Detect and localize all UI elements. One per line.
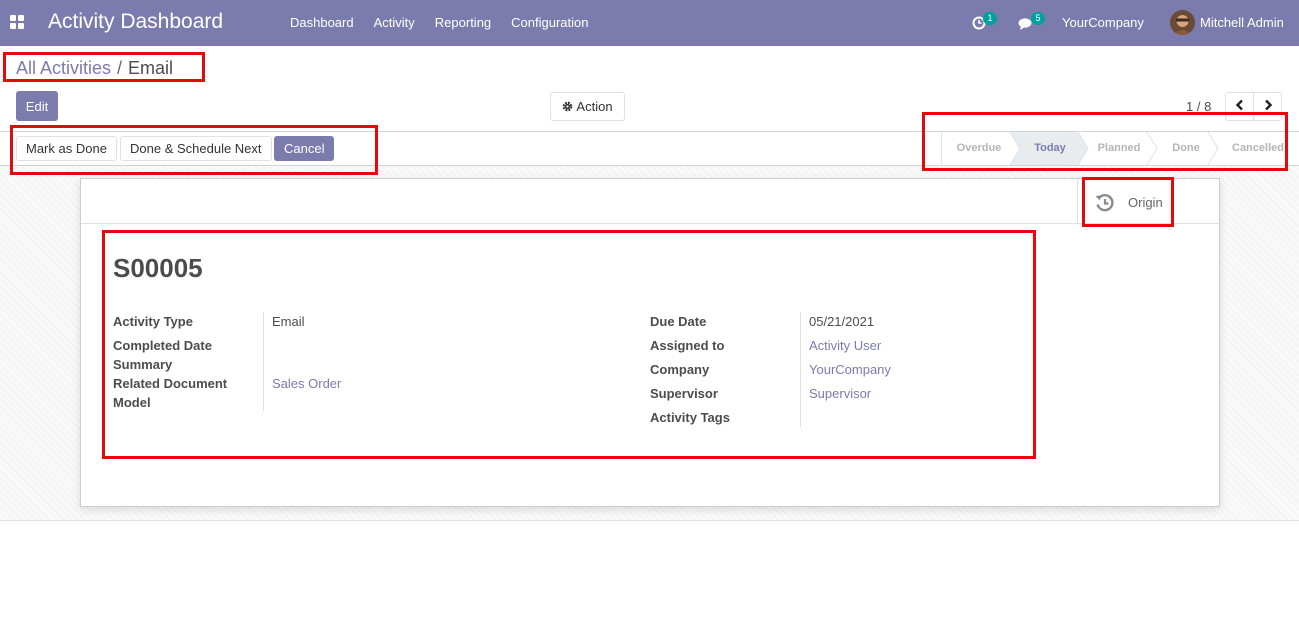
breadcrumb-separator: / [117, 58, 123, 78]
history-icon [1095, 193, 1114, 212]
activity-menu[interactable]: 1 [972, 0, 1002, 46]
pager-previous-button[interactable] [1225, 92, 1254, 121]
stage-planned[interactable]: Planned [1084, 132, 1154, 165]
left-group-separator [263, 312, 264, 411]
breadcrumb-current: Email [128, 58, 174, 78]
apps-icon[interactable] [10, 15, 24, 29]
form-sheet: Origin S00005 Activity Type Email Comple… [80, 178, 1220, 507]
menu-reporting[interactable]: Reporting [425, 0, 501, 46]
label-supervisor: Supervisor [650, 386, 718, 401]
chevron-right-icon [1264, 99, 1272, 111]
menu-configuration[interactable]: Configuration [501, 0, 598, 46]
value-company[interactable]: YourCompany [809, 360, 891, 379]
messaging-menu[interactable]: 5 [1018, 0, 1048, 46]
chevron-left-icon [1235, 99, 1243, 111]
value-supervisor[interactable]: Supervisor [809, 384, 871, 403]
stage-today[interactable]: Today [1018, 132, 1082, 165]
edit-button[interactable]: Edit [16, 91, 58, 121]
record-title: S00005 [113, 253, 203, 283]
app-title[interactable]: Activity Dashboard [48, 10, 223, 34]
label-completed-date: Completed Date [113, 338, 212, 353]
statusbar: Mark as Done Done & Schedule Next Cancel… [0, 131, 1299, 166]
origin-button[interactable]: Origin [1077, 179, 1171, 223]
label-activity-tags: Activity Tags [650, 410, 730, 425]
company-switcher[interactable]: YourCompany [1062, 0, 1144, 46]
menu-activity[interactable]: Activity [364, 0, 425, 46]
menu-dashboard[interactable]: Dashboard [280, 0, 364, 46]
mark-as-done-button[interactable]: Mark as Done [16, 136, 117, 161]
stage-overdue[interactable]: Overdue [942, 132, 1016, 165]
label-due-date: Due Date [650, 314, 707, 329]
smart-button-box: Origin [81, 179, 1219, 224]
user-avatar-image [1170, 10, 1195, 35]
top-navbar: Activity Dashboard Dashboard Activity Re… [0, 0, 1299, 46]
main-menu: Dashboard Activity Reporting Configurati… [280, 0, 598, 46]
value-activity-type: Email [272, 314, 305, 329]
activity-count-badge: 1 [983, 12, 997, 25]
pager-value[interactable]: 1 / 8 [1186, 99, 1211, 114]
gear-icon [563, 101, 573, 112]
label-related-document-model: Related Document Model [113, 376, 228, 410]
message-count-badge: 5 [1031, 12, 1045, 25]
user-menu[interactable]: Mitchell Admin [1200, 0, 1284, 46]
cancel-button[interactable]: Cancel [274, 136, 335, 161]
value-related-document-model[interactable]: Sales Order [272, 374, 341, 393]
value-assigned-to[interactable]: Activity User [809, 336, 881, 355]
action-button[interactable]: Action [550, 92, 625, 121]
pager-next-button[interactable] [1253, 92, 1282, 121]
done-schedule-next-button[interactable]: Done & Schedule Next [120, 136, 272, 161]
value-due-date: 05/21/2021 [809, 314, 875, 329]
origin-label: Origin [1128, 195, 1163, 210]
action-label: Action [576, 99, 613, 114]
label-summary: Summary [113, 357, 173, 372]
breadcrumb-all-activities[interactable]: All Activities [16, 58, 111, 78]
avatar[interactable] [1170, 10, 1195, 35]
stage-done[interactable]: Done [1154, 132, 1218, 165]
label-assigned-to: Assigned to [650, 338, 725, 353]
right-group-separator [800, 312, 801, 427]
stage-cancelled[interactable]: Cancelled [1220, 132, 1299, 165]
stage-pipeline: Overdue Today Planned Done Cancelled [941, 132, 1299, 165]
breadcrumb: All Activities / Email [16, 58, 173, 79]
label-company: Company [650, 362, 710, 377]
label-activity-type: Activity Type [113, 314, 193, 329]
